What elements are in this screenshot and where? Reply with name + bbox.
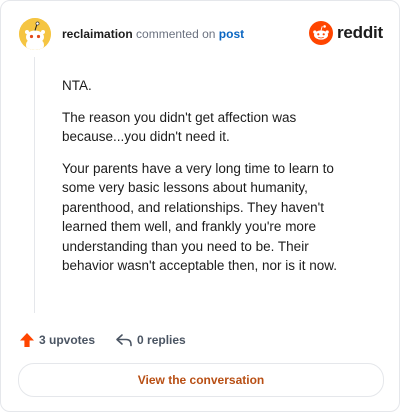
- username[interactable]: reclaimation: [62, 27, 133, 41]
- replies-button[interactable]: 0 replies: [115, 332, 186, 348]
- comment-footer: 3 upvotes 0 replies: [19, 331, 186, 349]
- upvote-count: 3 upvotes: [39, 333, 96, 347]
- reply-count: 0 replies: [137, 333, 186, 347]
- comment-paragraph: Your parents have a very long time to le…: [62, 160, 337, 274]
- comment-header: reclaimation commented on post: [62, 27, 244, 41]
- view-conversation-button[interactable]: View the conversation: [18, 363, 384, 397]
- user-avatar[interactable]: [19, 18, 51, 50]
- snoo-avatar-icon: [19, 18, 51, 50]
- comment-paragraph: The reason you didn't get affection was …: [62, 109, 297, 145]
- upvotes-button[interactable]: 3 upvotes: [19, 332, 95, 348]
- comment-paragraph: NTA.: [62, 78, 92, 93]
- header-action-text: commented on: [136, 27, 216, 41]
- reddit-logo[interactable]: reddit: [308, 21, 383, 45]
- upvote-arrow-icon: [20, 333, 34, 347]
- reddit-snoo-icon: [308, 21, 333, 45]
- post-link[interactable]: post: [219, 27, 244, 41]
- thread-line: [34, 57, 35, 313]
- comment-body: NTA. The reason you didn't get affection…: [62, 76, 362, 288]
- comment-embed-card: reclaimation commented on post reddit NT…: [0, 0, 400, 412]
- reddit-wordmark: reddit: [336, 23, 383, 42]
- reply-arrow-icon: [116, 334, 132, 347]
